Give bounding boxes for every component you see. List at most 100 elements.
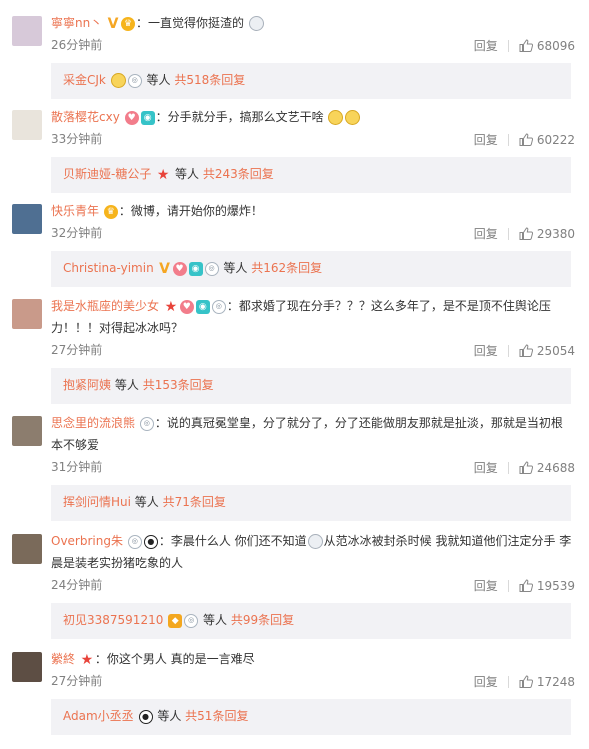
- comment-username[interactable]: 散落樱花cxy: [51, 110, 120, 124]
- divider: [507, 461, 509, 474]
- like-button[interactable]: 68096: [519, 34, 575, 57]
- reply-summary: 贝斯迪娅-糖公子 ★ 等人 共243条回复: [51, 157, 571, 193]
- reply-suffix: 等人: [134, 495, 159, 509]
- reply-button[interactable]: 回复: [474, 340, 498, 362]
- thumbs-up-icon: [519, 227, 533, 241]
- like-count: 29380: [536, 226, 575, 241]
- reply-count-link[interactable]: 共51条回复: [185, 709, 248, 723]
- comment-text: 力！！！对得起冰冰吗？: [51, 321, 184, 335]
- reply-suffix: 等人: [146, 73, 171, 87]
- comment-text: 从范冰冰被封杀时候 我就知道他们注定分手 李: [323, 534, 572, 548]
- tiger-badge-icon: ◆: [168, 613, 183, 628]
- medal-badge-icon: ◎: [139, 416, 154, 431]
- reply-summary: Adam小丞丞 ● 等人 共51条回复: [51, 699, 571, 735]
- comment-username[interactable]: 寧寧nn丶: [51, 16, 102, 30]
- like-button[interactable]: 60222: [519, 128, 575, 151]
- avatar[interactable]: [12, 534, 42, 564]
- reply-count-link[interactable]: 共71条回复: [163, 495, 226, 509]
- comment-username[interactable]: 思念里的流浪熊: [51, 416, 135, 430]
- member-badge-icon: ◉: [195, 299, 210, 314]
- like-count: 19539: [536, 578, 575, 593]
- reply-username[interactable]: 初见3387591210: [63, 613, 163, 627]
- avatar[interactable]: [12, 652, 42, 682]
- like-button[interactable]: 25054: [519, 339, 575, 362]
- comment-time: 27分钟前: [51, 674, 103, 688]
- like-count: 25054: [536, 343, 575, 358]
- reply-suffix: 等人: [175, 167, 200, 181]
- like-count: 68096: [536, 38, 575, 53]
- comment-text: ：都求婚了现在分手？？？这么多年了，是不是顶不住舆论压: [226, 299, 551, 313]
- reply-summary: 抱紧阿姨 等人 共153条回复: [51, 368, 571, 404]
- star-badge-icon: ★: [80, 651, 94, 668]
- reply-username[interactable]: 贝斯迪娅-糖公子: [63, 167, 151, 181]
- reply-button[interactable]: 回复: [474, 223, 498, 245]
- like-button[interactable]: 29380: [519, 222, 575, 245]
- reply-suffix: 等人: [203, 613, 228, 627]
- reply-username[interactable]: Adam小丞丞: [63, 709, 134, 723]
- reply-count-link[interactable]: 共518条回复: [174, 73, 245, 87]
- avatar[interactable]: [12, 204, 42, 234]
- member-badge-icon: ◉: [140, 110, 155, 125]
- avatar[interactable]: [12, 110, 42, 140]
- reply-username[interactable]: Christina-yimin: [63, 261, 154, 275]
- reply-summary: 采金CJk ◎ 等人 共518条回复: [51, 63, 571, 99]
- comment-text: ：一直觉得你挺渣的: [136, 16, 245, 30]
- avatar[interactable]: [12, 416, 42, 446]
- reply-suffix: 等人: [114, 378, 139, 392]
- comment-list: 寧寧nn丶 V ♛ ：一直觉得你挺渣的 26分钟前 回复 68096 采金CJk ◎ …: [0, 0, 589, 749]
- comment-username[interactable]: 快乐青年: [51, 204, 99, 218]
- thumbs-up-icon: [519, 39, 533, 53]
- crown-badge-icon: ♛: [121, 16, 136, 31]
- reply-username[interactable]: 采金CJk: [63, 73, 106, 87]
- reply-button[interactable]: 回复: [474, 35, 498, 57]
- comment-time: 24分钟前: [51, 578, 103, 592]
- medal-badge-icon: ◎: [204, 261, 219, 276]
- comment-time: 32分钟前: [51, 226, 103, 240]
- reply-button[interactable]: 回复: [474, 457, 498, 479]
- reply-button[interactable]: 回复: [474, 129, 498, 151]
- reply-count-link[interactable]: 共99条回复: [231, 613, 294, 627]
- thumbs-up-icon: [519, 579, 533, 593]
- comment-text: ：分手就分手，搞那么文艺干啥: [155, 110, 324, 124]
- like-button[interactable]: 17248: [519, 670, 575, 693]
- panda-badge-icon: ●: [138, 709, 153, 724]
- reply-button[interactable]: 回复: [474, 575, 498, 597]
- comment-username[interactable]: Overbring朱: [51, 534, 123, 548]
- vip-badge-icon: ♥: [172, 261, 187, 276]
- comment-username[interactable]: 縈終: [51, 652, 75, 666]
- comment-text: ：你这个男人 真的是一言难尽: [94, 652, 255, 666]
- vip-badge-icon: ♥: [124, 110, 139, 125]
- divider: [507, 579, 509, 592]
- reply-summary: Christina-yimin V ♥ ◉ ◎ 等人 共162条回复: [51, 251, 571, 287]
- like-button[interactable]: 19539: [519, 574, 575, 597]
- avatar[interactable]: [12, 16, 42, 46]
- comment-username[interactable]: 我是水瓶座的美少女: [51, 299, 159, 313]
- reply-count-link[interactable]: 共243条回复: [203, 167, 274, 181]
- thumbs-up-icon: [519, 461, 533, 475]
- reply-suffix: 等人: [223, 261, 248, 275]
- reply-count-link[interactable]: 共162条回复: [251, 261, 322, 275]
- like-count: 60222: [536, 132, 575, 147]
- comment-text: 晨是装老实扮猪吃象的人: [51, 556, 184, 570]
- reply-button[interactable]: 回复: [474, 671, 498, 693]
- reply-username[interactable]: 挥剑问情Hui: [63, 495, 131, 509]
- like-button[interactable]: 24688: [519, 456, 575, 479]
- divider: [507, 39, 509, 52]
- crown-badge-icon: ♛: [103, 204, 118, 219]
- star-badge-icon: ★: [164, 298, 178, 315]
- comment-time: 33分钟前: [51, 132, 103, 146]
- thumbs-up-icon: [519, 344, 533, 358]
- reply-suffix: 等人: [157, 709, 182, 723]
- reply-username[interactable]: 抱紧阿姨: [63, 378, 111, 392]
- avatar[interactable]: [12, 299, 42, 329]
- reply-count-link[interactable]: 共153条回复: [143, 378, 214, 392]
- reply-summary: 挥剑问情Hui 等人 共71条回复: [51, 485, 571, 521]
- member-badge-icon: ◉: [188, 261, 203, 276]
- comment-time: 27分钟前: [51, 343, 103, 357]
- face-emoji-icon: [248, 16, 264, 31]
- divider: [507, 344, 509, 357]
- comment-text: 本不够爱: [51, 438, 100, 452]
- panda-badge-icon: ●: [143, 534, 158, 549]
- comment-text: ：李晨什么人 你们还不知道: [158, 534, 307, 548]
- like-count: 24688: [536, 460, 575, 475]
